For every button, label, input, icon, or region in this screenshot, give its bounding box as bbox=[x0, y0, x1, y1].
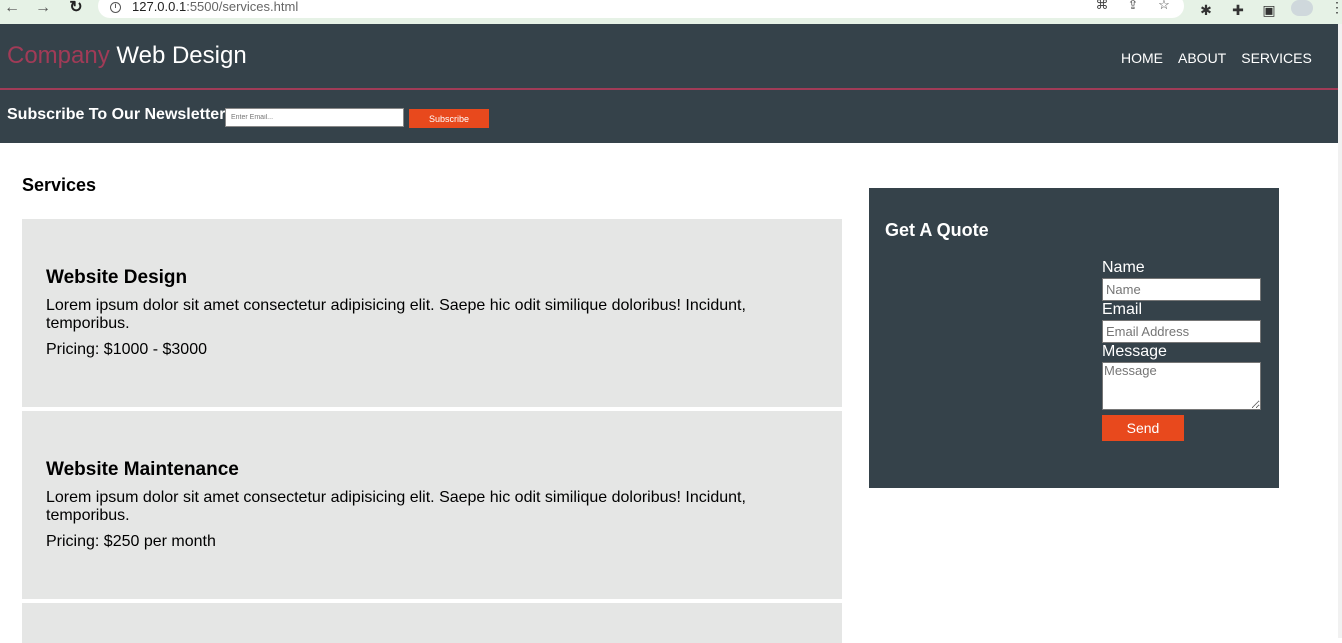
translate-icon[interactable]: ⌘ bbox=[1094, 0, 1110, 13]
service-title: Website Maintenance bbox=[46, 459, 239, 480]
send-button[interactable]: Send bbox=[1102, 415, 1184, 441]
share-icon[interactable]: ⇪ bbox=[1125, 0, 1141, 13]
browser-toolbar: ← → ↻ i 127.0.0.1:5500/services.html ⌘ ⇪… bbox=[0, 0, 1342, 24]
quote-title: Get A Quote bbox=[885, 220, 989, 240]
address-bar[interactable]: i 127.0.0.1:5500/services.html ⌘ ⇪ ☆ bbox=[98, 0, 1184, 18]
service-card: Website Maintenance Lorem ipsum dolor si… bbox=[22, 411, 842, 599]
nav-link-about[interactable]: ABOUT bbox=[1178, 50, 1226, 66]
menu-dots-icon[interactable]: ⋮ bbox=[1330, 0, 1342, 20]
name-label: Name bbox=[1102, 259, 1145, 276]
back-arrow-icon[interactable]: ← bbox=[2, 0, 22, 21]
page-title: Services bbox=[22, 175, 97, 195]
email-input[interactable] bbox=[1102, 320, 1261, 343]
site-header: Company Web Design HOME ABOUT SERVICES bbox=[0, 24, 1338, 90]
sidebar-icon[interactable]: ▣ bbox=[1259, 0, 1279, 20]
url-text[interactable]: 127.0.0.1:5500/services.html bbox=[132, 0, 298, 14]
message-textarea[interactable] bbox=[1102, 362, 1261, 410]
forward-arrow-icon[interactable]: → bbox=[33, 0, 53, 21]
quote-form: Get A Quote Name Email Message Send bbox=[869, 188, 1279, 488]
url-path: :5500/services.html bbox=[186, 0, 299, 14]
newsletter-bar: Subscribe To Our Newsletter Subscribe bbox=[0, 90, 1338, 143]
reload-icon[interactable]: ↻ bbox=[66, 0, 86, 21]
subscribe-button[interactable]: Subscribe bbox=[409, 109, 489, 128]
name-input[interactable] bbox=[1102, 278, 1261, 301]
email-label: Email bbox=[1102, 301, 1143, 318]
nav-link-services[interactable]: SERVICES bbox=[1241, 50, 1312, 66]
puzzle-icon[interactable]: ✚ bbox=[1228, 0, 1248, 20]
newsletter-email-input[interactable] bbox=[225, 108, 404, 127]
logo-highlight: Company bbox=[7, 42, 110, 69]
bug-icon[interactable]: ✱ bbox=[1196, 0, 1216, 20]
service-card bbox=[22, 603, 842, 643]
info-icon[interactable]: i bbox=[110, 2, 121, 13]
service-title: Website Design bbox=[46, 267, 188, 288]
service-pricing: Pricing: $1000 - $3000 bbox=[46, 341, 207, 358]
scrollbar[interactable] bbox=[1338, 24, 1342, 638]
page: Company Web Design HOME ABOUT SERVICES S… bbox=[0, 24, 1338, 643]
nav-link-home[interactable]: HOME bbox=[1121, 50, 1163, 66]
star-icon[interactable]: ☆ bbox=[1156, 0, 1172, 13]
service-description: Lorem ipsum dolor sit amet consectetur a… bbox=[46, 489, 746, 524]
service-card: Website Design Lorem ipsum dolor sit ame… bbox=[22, 219, 842, 407]
newsletter-title: Subscribe To Our Newsletter bbox=[7, 106, 226, 123]
service-pricing: Pricing: $250 per month bbox=[46, 533, 216, 550]
service-description: Lorem ipsum dolor sit amet consectetur a… bbox=[46, 297, 746, 332]
avatar[interactable] bbox=[1291, 0, 1313, 16]
logo[interactable]: Company Web Design bbox=[7, 42, 247, 70]
logo-text: Web Design bbox=[109, 42, 247, 69]
message-label: Message bbox=[1102, 343, 1167, 360]
url-host: 127.0.0.1 bbox=[132, 0, 187, 14]
main-nav: HOME ABOUT SERVICES bbox=[1121, 50, 1327, 66]
